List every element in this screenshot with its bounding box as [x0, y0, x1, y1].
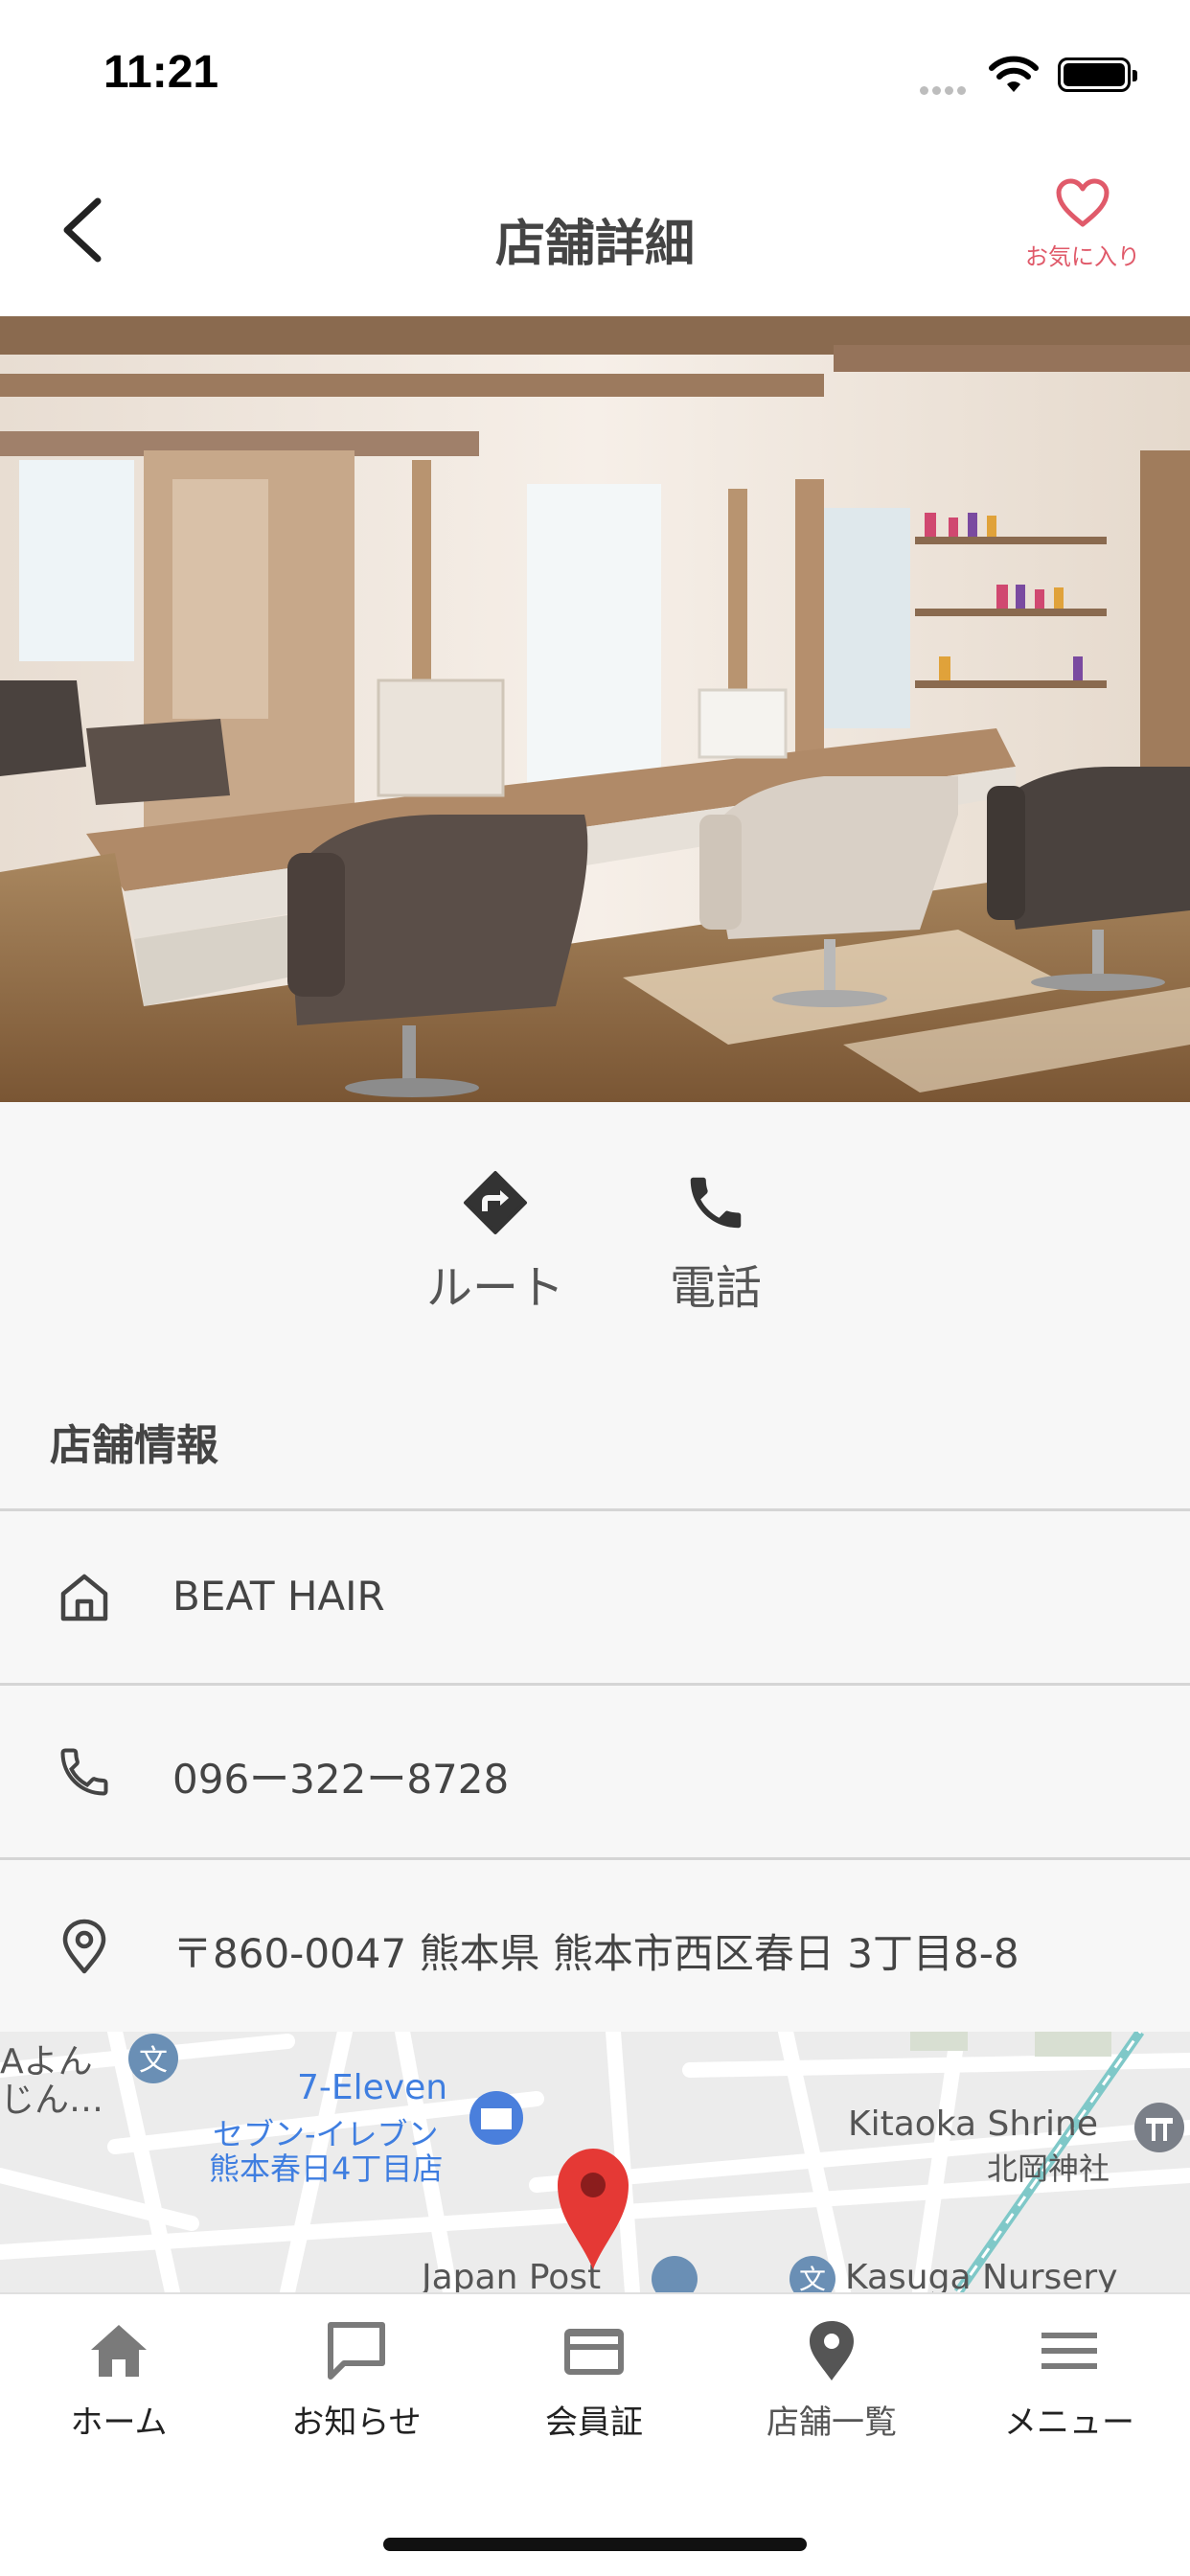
- location-icon: [810, 2321, 854, 2380]
- phone-call-button[interactable]: 電話: [610, 1169, 821, 1317]
- store-address-row: 〒860-0047 熊本県 熊本市西区春日 3丁目8-8: [0, 1860, 1190, 2033]
- tab-store-list[interactable]: 店舗一覧: [713, 2317, 950, 2461]
- store-address: 〒860-0047 熊本県 熊本市西区春日 3丁目8-8: [172, 1930, 1019, 1977]
- route-label: ルート: [425, 1261, 564, 1315]
- wifi-icon: [989, 56, 1039, 92]
- heart-icon: [1056, 178, 1110, 227]
- tab-label: 店舗一覧: [767, 2404, 897, 2442]
- cellular-signal-icon: [920, 80, 970, 99]
- store-map[interactable]: 文 文 Aよん じん… 7-Eleven セブン-イレブン 熊本春日4丁目店 K…: [0, 2032, 1190, 2292]
- battery-icon: [1058, 58, 1137, 92]
- store-phone-number: 096ー322ー8728: [172, 1756, 510, 1803]
- home-outline-icon: [60, 1574, 108, 1622]
- nav-header: 店舗詳細 お気に入り: [0, 144, 1190, 316]
- tab-label: 会員証: [545, 2404, 643, 2442]
- store-detail-content: ルート 電話 店舗情報 BEAT HAIR 096ー322ー8728 〒860-…: [0, 1102, 1190, 2292]
- tab-member-card[interactable]: 会員証: [475, 2317, 713, 2461]
- bottom-tab-bar: ホーム お知らせ 会員証 店舗一覧 メニュー: [0, 2292, 1190, 2576]
- favorite-button[interactable]: お気に入り: [1006, 178, 1159, 293]
- home-icon: [91, 2325, 147, 2377]
- map-label-7-eleven-branch: 熊本春日4丁目店: [209, 2150, 444, 2187]
- map-label: じん…: [0, 2081, 104, 2120]
- tab-menu[interactable]: メニュー: [950, 2317, 1188, 2461]
- menu-icon: [1041, 2333, 1097, 2369]
- chat-icon: [328, 2322, 385, 2380]
- store-name: BEAT HAIR: [172, 1573, 385, 1620]
- svg-text:文: 文: [139, 2044, 168, 2078]
- map-label-kitaoka: Kitaoka Shrine: [848, 2104, 1098, 2144]
- map-label-nursery: Kasuga Nursery: [845, 2258, 1118, 2292]
- location-outline-icon: [62, 1919, 106, 1974]
- phone-outline-icon: [60, 1748, 108, 1796]
- favorite-label: お気に入り: [1025, 243, 1140, 270]
- phone-icon: [690, 1177, 742, 1229]
- status-time: 11:21: [103, 47, 219, 98]
- status-bar: 11:21: [0, 0, 1190, 144]
- tab-label: ホーム: [70, 2404, 168, 2442]
- map-pin-icon[interactable]: [554, 2145, 632, 2271]
- tab-home[interactable]: ホーム: [0, 2317, 238, 2461]
- directions-icon: [464, 1171, 527, 1234]
- tab-news[interactable]: お知らせ: [238, 2317, 475, 2461]
- home-indicator: [383, 2538, 807, 2551]
- store-photo: [0, 316, 1190, 1102]
- svg-text:文: 文: [799, 2264, 826, 2292]
- tab-label: お知らせ: [291, 2404, 422, 2442]
- tab-label: メニュー: [1004, 2404, 1134, 2442]
- route-button[interactable]: ルート: [390, 1169, 601, 1317]
- store-name-row: BEAT HAIR: [0, 1511, 1190, 1684]
- action-buttons: ルート 電話: [0, 1169, 1190, 1315]
- map-label-7-eleven: 7-Eleven: [297, 2068, 448, 2107]
- phone-label: 電話: [669, 1261, 762, 1315]
- map-label-kitaoka-ja: 北岡神社: [987, 2150, 1110, 2187]
- section-title-store-info: 店舗情報: [50, 1421, 218, 1470]
- store-phone-row[interactable]: 096ー322ー8728: [0, 1686, 1190, 1858]
- card-icon: [564, 2329, 624, 2375]
